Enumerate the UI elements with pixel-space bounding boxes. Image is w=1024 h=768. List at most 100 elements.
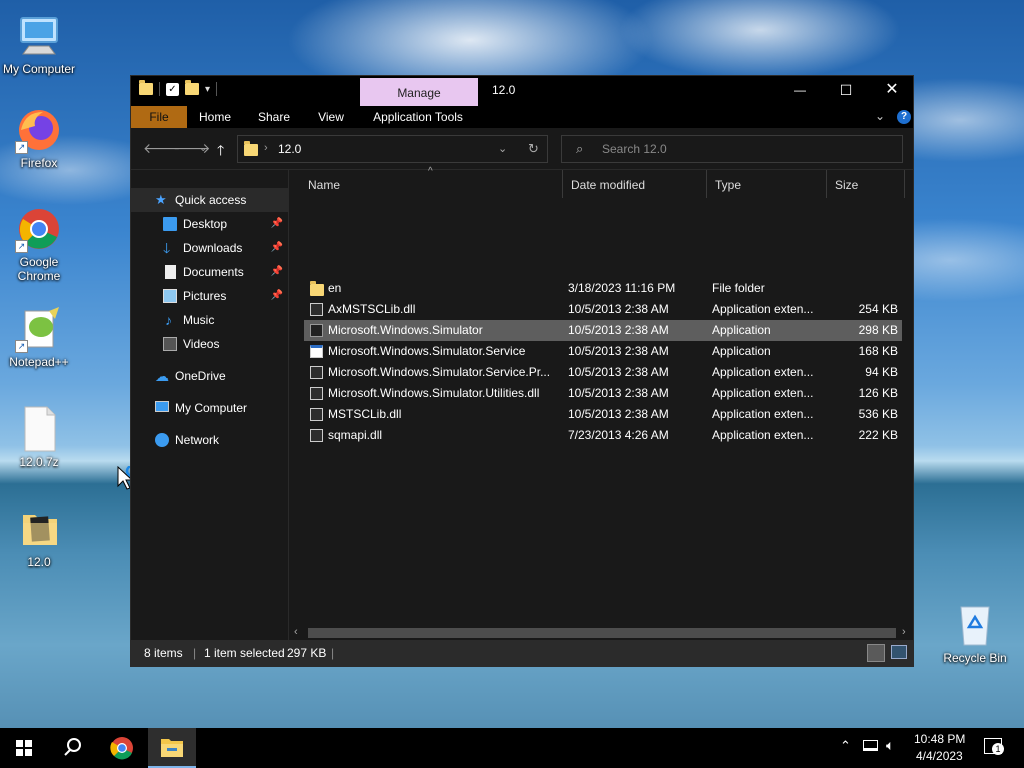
folder-icon <box>15 505 63 553</box>
nav-downloads[interactable]: 🡓 Downloads 📌 <box>131 236 289 260</box>
recent-locations-button[interactable]: ⌄ <box>199 143 207 154</box>
tab-view[interactable]: View <box>309 106 353 128</box>
file-date: 10/5/2013 2:38 AM <box>568 365 669 379</box>
scrollbar-thumb[interactable] <box>308 628 896 638</box>
clock-date[interactable]: 4/4/2023 <box>916 749 963 763</box>
refresh-icon[interactable]: ↻ <box>528 141 539 157</box>
file-explorer-window: ✓ ▾ Manage 12.0 — ☐ ✕ File Home Share Vi… <box>130 75 914 667</box>
item-count: 8 items <box>144 646 183 660</box>
tab-file[interactable]: File <box>131 106 187 128</box>
column-header-name[interactable]: Name <box>300 170 563 198</box>
network-icon[interactable] <box>863 740 878 751</box>
minimize-icon: — <box>794 83 806 97</box>
address-bar-row: 🡐 🡒 ⌄ 🡑 › 12.0 ⌄ ↻ ⌕ Search 12.0 <box>131 128 913 170</box>
desktop-icon-my-computer[interactable]: My Computer <box>0 12 78 76</box>
details-view-button[interactable] <box>867 644 885 662</box>
nav-quick-access[interactable]: ★ Quick access <box>131 188 289 212</box>
selection-size: 297 KB <box>287 646 327 660</box>
dll-file-icon <box>310 429 323 442</box>
new-folder-icon[interactable] <box>185 80 199 95</box>
file-row[interactable]: Microsoft.Windows.Simulator.Service.Pr..… <box>304 362 902 383</box>
volume-icon[interactable]: 🔈︎ <box>886 737 894 754</box>
file-row[interactable]: Microsoft.Windows.Simulator.Utilities.dl… <box>304 383 902 404</box>
start-button[interactable] <box>0 728 48 768</box>
computer-icon <box>15 12 63 60</box>
horizontal-scrollbar[interactable]: ‹ › <box>290 626 913 640</box>
nav-onedrive[interactable]: ☁ OneDrive <box>131 364 289 388</box>
help-icon[interactable]: ? <box>897 110 911 124</box>
show-hidden-icons-button[interactable]: ⌃ <box>840 738 851 754</box>
desktop-icon-archive[interactable]: 12.0.7z <box>0 405 78 469</box>
maximize-button[interactable]: ☐ <box>823 76 869 106</box>
notification-center-button[interactable]: 1 <box>984 738 1004 755</box>
file-row[interactable]: en 3/18/2023 11:16 PM File folder <box>304 278 902 299</box>
file-row-selected[interactable]: Microsoft.Windows.Simulator 10/5/2013 2:… <box>304 320 902 341</box>
ribbon-tabs: File Home Share View Application Tools ⌄… <box>131 106 913 128</box>
notification-count-badge: 1 <box>992 743 1004 755</box>
address-input[interactable]: › 12.0 ⌄ ↻ <box>237 135 548 163</box>
desktop-icon-label: Google Chrome <box>17 255 61 283</box>
scroll-right-icon[interactable]: › <box>902 626 906 638</box>
file-size: 536 KB <box>858 407 898 421</box>
manage-context-tab[interactable]: Manage <box>360 78 478 106</box>
pin-icon: 📌 <box>270 218 283 229</box>
nav-pictures[interactable]: Pictures 📌 <box>131 284 289 308</box>
tab-home[interactable]: Home <box>193 106 237 128</box>
file-row[interactable]: MSTSCLib.dll 10/5/2013 2:38 AM Applicati… <box>304 404 902 425</box>
large-icons-view-button[interactable] <box>891 645 907 659</box>
taskbar-file-explorer[interactable] <box>148 728 196 768</box>
search-icon: ⌕ <box>576 141 584 156</box>
file-row[interactable]: sqmapi.dll 7/23/2013 4:26 AM Application… <box>304 425 902 446</box>
file-type: Application exten... <box>712 428 814 442</box>
dll-file-icon <box>310 366 323 379</box>
desktop-icon-folder-12[interactable]: 12.0 <box>0 505 78 569</box>
properties-icon[interactable]: ✓ <box>166 82 179 96</box>
search-input[interactable]: ⌕ Search 12.0 <box>561 135 903 163</box>
title-bar[interactable]: ✓ ▾ Manage 12.0 — ☐ ✕ <box>131 76 913 106</box>
desktop-icon-notepadpp[interactable]: ↗ Notepad++ <box>0 305 78 369</box>
chrome-icon: ↗ <box>15 205 63 253</box>
nav-videos[interactable]: Videos <box>131 332 289 356</box>
column-header-date[interactable]: Date modified <box>563 170 707 198</box>
desktop-icon-firefox[interactable]: ↗ Firefox <box>0 106 78 170</box>
clock-time[interactable]: 10:48 PM <box>914 732 965 746</box>
desktop-icon-recycle-bin[interactable]: Recycle Bin <box>936 601 1014 665</box>
desktop-icon-label: Notepad++ <box>9 355 69 369</box>
file-date: 10/5/2013 2:38 AM <box>568 323 669 337</box>
desktop-icon-google-chrome[interactable]: ↗ Google Chrome <box>0 205 78 283</box>
file-name: Microsoft.Windows.Simulator.Utilities.dl… <box>328 386 540 400</box>
customize-qat-icon[interactable]: ▾ <box>205 84 210 95</box>
shortcut-arrow-icon: ↗ <box>15 141 28 154</box>
tab-application-tools[interactable]: Application Tools <box>365 106 471 128</box>
address-dropdown-icon[interactable]: ⌄ <box>498 142 507 155</box>
scroll-left-icon[interactable]: ‹ <box>294 626 298 638</box>
file-row[interactable]: Microsoft.Windows.Simulator.Service 10/5… <box>304 341 902 362</box>
system-tray: ⌃ 🔈︎ 10:48 PM 4/4/2023 1 <box>836 728 1024 768</box>
nav-desktop[interactable]: Desktop 📌 <box>131 212 289 236</box>
close-button[interactable]: ✕ <box>869 76 915 106</box>
nav-documents[interactable]: Documents 📌 <box>131 260 289 284</box>
column-header-size[interactable]: Size <box>827 170 905 198</box>
firefox-icon: ↗ <box>15 106 63 154</box>
window-title: 12.0 <box>492 83 516 97</box>
minimize-button[interactable]: — <box>777 76 823 106</box>
search-button[interactable] <box>48 728 96 768</box>
nav-network[interactable]: Network <box>131 428 289 452</box>
desktop-icon-label: Recycle Bin <box>943 651 1007 665</box>
star-icon: ★ <box>155 192 167 207</box>
file-size: 94 KB <box>865 365 898 379</box>
folder-icon <box>244 141 258 156</box>
up-button[interactable]: 🡑 <box>217 140 224 164</box>
dll-file-icon <box>310 387 323 400</box>
tab-share[interactable]: Share <box>251 106 297 128</box>
document-icon <box>165 265 176 279</box>
nav-my-computer[interactable]: My Computer <box>131 396 289 420</box>
breadcrumb-current[interactable]: 12.0 <box>278 142 301 156</box>
file-list: ^ Name Date modified Type Size en 3/18/2… <box>290 166 913 640</box>
column-header-type[interactable]: Type <box>707 170 827 198</box>
expand-ribbon-icon[interactable]: ⌄ <box>875 109 885 123</box>
shortcut-arrow-icon: ↗ <box>15 340 28 353</box>
taskbar-chrome[interactable] <box>98 728 146 768</box>
nav-music[interactable]: ♪ Music <box>131 308 289 332</box>
file-row[interactable]: AxMSTSCLib.dll 10/5/2013 2:38 AM Applica… <box>304 299 902 320</box>
